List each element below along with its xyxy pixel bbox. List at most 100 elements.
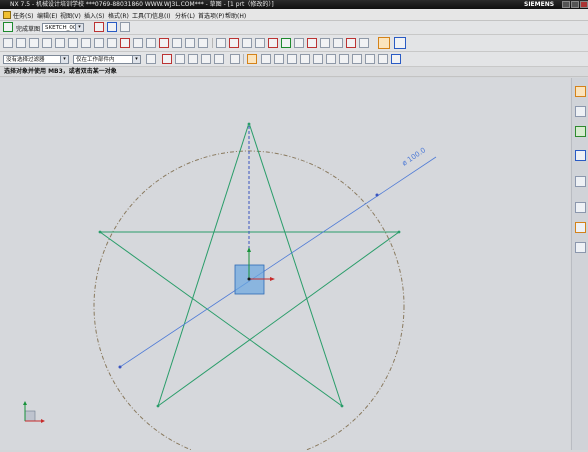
general-selection-icon[interactable] [146,54,156,64]
history-icon[interactable] [575,150,586,161]
resource-bar [571,78,588,450]
intersection-point-icon[interactable] [300,54,310,64]
menu-view[interactable]: 视图(V) [60,11,81,20]
clock-icon[interactable] [575,202,586,213]
continuous-autodim-icon[interactable] [378,37,390,49]
bounded-grid-point-icon[interactable] [378,54,388,64]
point-on-curve-icon[interactable] [352,54,362,64]
mid-point-icon[interactable] [274,54,284,64]
animate-dimension-icon[interactable] [307,38,317,48]
sketch-name-combo[interactable]: SKETCH_000 ▾ [42,23,84,32]
chamfer-icon[interactable] [81,38,91,48]
part-icon[interactable] [391,54,401,64]
snap-point-icon[interactable] [247,54,257,64]
make-corner-icon[interactable] [229,38,239,48]
reattach-icon[interactable] [107,22,117,32]
star-edge[interactable] [99,231,343,407]
menu-info[interactable]: 信息(I) [152,11,170,20]
selection-filter-value: 没有选择过滤器 [6,57,45,63]
minimize-icon[interactable] [562,1,570,8]
menu-tools[interactable]: 工具(T) [132,11,152,20]
star-edge[interactable] [157,122,250,407]
star-edge[interactable] [248,122,343,407]
finish-sketch-icon[interactable] [3,22,13,32]
point-icon[interactable] [107,38,117,48]
select-rectangle-icon[interactable] [214,54,224,64]
menu-analysis[interactable]: 分析(L) [175,11,195,20]
part-navigator-icon[interactable] [575,106,586,117]
vertex-point [397,230,401,234]
offset-curve-icon[interactable] [120,38,130,48]
circle-icon[interactable] [55,38,65,48]
intersection-icon[interactable] [159,38,169,48]
constraints-icon[interactable] [242,38,252,48]
menu-preferences[interactable]: 首选项(P) [198,11,224,20]
spline-icon[interactable] [94,38,104,48]
maximize-icon[interactable] [571,1,579,8]
diameter-dimension-line[interactable] [119,156,437,368]
lasso-icon[interactable] [201,54,211,64]
select-box-icon[interactable] [230,54,240,64]
existing-point-icon[interactable] [339,54,349,64]
update-model-icon[interactable] [120,22,130,32]
star-edge[interactable] [157,231,400,407]
app-icon[interactable] [3,11,11,19]
arc-center-icon[interactable] [313,54,323,64]
vertex-point [98,230,102,234]
diameter-dimension-label[interactable]: ø 100.0 [401,146,427,167]
snap-view-icon[interactable] [188,54,198,64]
point-on-face-icon[interactable] [365,54,375,64]
assembly-icon[interactable] [575,126,586,137]
close-icon[interactable] [580,1,588,8]
quick-extend-icon[interactable] [216,38,226,48]
window-title: NX 7.5 - 机械设计培训学校 ***0769-88031860 WWW.W… [10,1,274,8]
dimension-icon[interactable] [281,38,291,48]
selection-filter-combo[interactable]: 没有选择过滤器 ▾ [3,55,69,64]
menu-format[interactable]: 格式(R) [108,11,129,20]
menu-edit[interactable]: 编辑(E) [37,11,57,20]
selection-scope-combo[interactable]: 仅在工作部件内 ▾ [73,55,141,64]
web-browser-icon[interactable] [575,222,586,233]
mirror-curve-icon[interactable] [146,38,156,48]
derived-lines-icon[interactable] [185,38,195,48]
rollback-icon[interactable] [575,86,586,97]
sketch-curve-toolbar [0,35,588,52]
chevron-down-icon[interactable]: ▾ [132,56,140,63]
sketch-circle[interactable] [93,150,405,452]
auto-constrain-icon[interactable] [255,38,265,48]
line-icon[interactable] [16,38,26,48]
menu-help[interactable]: 帮助(H) [225,11,246,20]
sketch-style-icon[interactable] [394,37,406,49]
auto-dimension-icon[interactable] [294,38,304,48]
create-inferred-icon[interactable] [359,38,369,48]
quadrant-point-icon[interactable] [326,54,336,64]
chevron-down-icon[interactable]: ▾ [75,24,83,31]
menu-task[interactable]: 任务(S) [13,11,34,20]
pattern-curve-icon[interactable] [133,38,143,48]
project-curve-icon[interactable] [172,38,182,48]
menu-insert[interactable]: 插入(S) [84,11,105,20]
convert-reference-icon[interactable] [320,38,330,48]
orient-view-icon[interactable] [94,22,104,32]
roles-icon[interactable] [575,176,586,187]
profile-icon[interactable] [3,38,13,48]
fillet-icon[interactable] [68,38,78,48]
rectangle-icon[interactable] [42,38,52,48]
inferred-constraints-icon[interactable] [346,38,356,48]
control-point-icon[interactable] [287,54,297,64]
quick-trim-icon[interactable] [198,38,208,48]
chevron-down-icon[interactable]: ▾ [60,56,68,63]
show-constraints-icon[interactable] [268,38,278,48]
arc-icon[interactable] [29,38,39,48]
undo-icon[interactable] [175,54,185,64]
end-point-icon[interactable] [261,54,271,64]
alternate-solution-icon[interactable] [333,38,343,48]
toolbar-separator [243,54,244,64]
select-all-icon[interactable] [162,54,172,64]
sketch-canvas[interactable]: ø 100.0 [0,78,570,452]
finish-sketch-label[interactable]: 完成草图 [16,24,40,33]
palette-icon[interactable] [575,242,586,253]
dimension-arrow-point [375,193,379,197]
datum-csys[interactable] [234,247,275,295]
graphics-window[interactable]: ø 100.0 [0,78,570,452]
